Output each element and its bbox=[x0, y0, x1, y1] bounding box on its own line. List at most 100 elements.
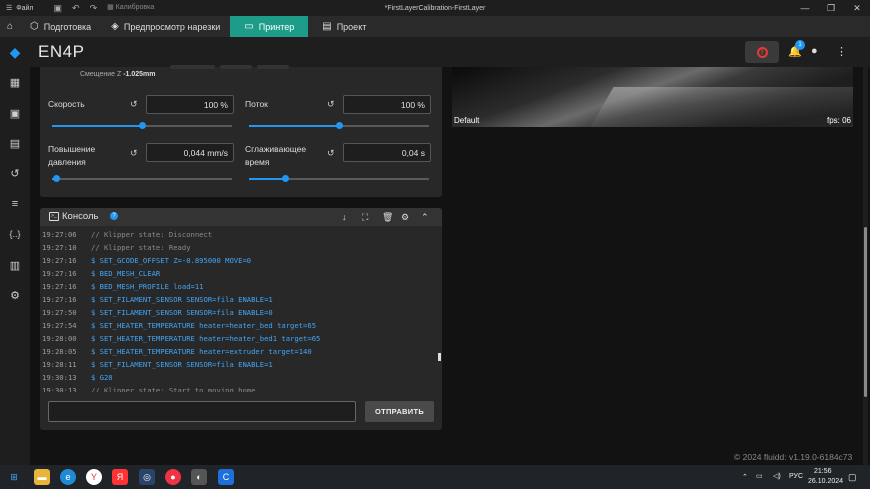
log-timestamp: 19:28:00 bbox=[42, 334, 77, 343]
log-message: $ SET_FILAMENT_SENSOR SENSOR=fila ENABLE… bbox=[91, 308, 273, 317]
send-button[interactable]: ОТПРАВИТЬ bbox=[365, 401, 434, 422]
camera-view[interactable]: Default fps: 06 bbox=[452, 67, 853, 127]
log-timestamp: 19:27:06 bbox=[42, 230, 77, 239]
speed-input[interactable]: 100 % bbox=[146, 95, 234, 114]
chrome-icon[interactable]: ● bbox=[165, 469, 181, 485]
console-log[interactable]: 19:27:06// Klipper state: Disconnect 19:2… bbox=[40, 228, 442, 392]
app-c-icon[interactable]: C bbox=[218, 469, 234, 485]
log-message: $ SET_HEATER_TEMPERATURE heater=heater_b… bbox=[91, 334, 321, 343]
console-command-input[interactable] bbox=[48, 401, 356, 422]
explorer-icon[interactable]: ▬ bbox=[34, 469, 50, 485]
console-icon[interactable]: ▣ bbox=[0, 103, 30, 123]
pressure-advance-slider[interactable] bbox=[52, 175, 232, 182]
logo-icon: ◆ bbox=[9, 43, 21, 60]
settings-icon[interactable]: ⚙ bbox=[0, 285, 30, 305]
edge-icon[interactable]: e bbox=[60, 469, 76, 485]
file-menu-label: Файл bbox=[16, 4, 34, 12]
flow-input[interactable]: 100 % bbox=[343, 95, 431, 114]
calibration-menu[interactable]: ▦ Калибровка bbox=[107, 3, 154, 14]
tab-printer[interactable]: ▭ Принтер bbox=[230, 16, 309, 37]
log-message: $ SET_HEATER_TEMPERATURE heater=extruder… bbox=[91, 347, 312, 356]
console-log-row: 19:30:13 $ G28 bbox=[40, 371, 442, 384]
speed-reset-icon[interactable]: ↺ bbox=[130, 99, 138, 110]
redo-icon[interactable]: ↷ bbox=[90, 3, 98, 14]
flow-reset-icon[interactable]: ↺ bbox=[327, 99, 335, 110]
tab-label: Принтер bbox=[258, 21, 295, 32]
page-scrollbar-thumb[interactable] bbox=[864, 227, 867, 397]
notifications-icon[interactable]: ▢ bbox=[848, 472, 857, 483]
flow-slider-handle[interactable] bbox=[336, 122, 343, 129]
volume-icon[interactable]: ◁) bbox=[773, 472, 781, 480]
terminal-icon: >_ bbox=[49, 212, 59, 221]
network-icon[interactable]: ▭ bbox=[756, 472, 763, 480]
console-log-row: 19:28:11 $ SET_FILAMENT_SENSOR SENSOR=fil… bbox=[40, 358, 442, 371]
log-timestamp: 19:30:13 bbox=[42, 373, 77, 382]
collapse-icon[interactable]: ⌃ bbox=[421, 212, 429, 223]
maximize-icon[interactable]: ❐ bbox=[818, 0, 844, 16]
close-icon[interactable]: ✕ bbox=[844, 0, 870, 16]
speed-slider-handle[interactable] bbox=[139, 122, 146, 129]
macros-icon[interactable]: {..} bbox=[0, 224, 30, 244]
home-button[interactable]: ⌂ bbox=[0, 16, 20, 37]
log-timestamp: 19:27:16 bbox=[42, 269, 77, 278]
undo-icon[interactable]: ↶ bbox=[72, 3, 80, 14]
app-icon[interactable]: ◎ bbox=[139, 469, 155, 485]
system-icon[interactable]: ▥ bbox=[0, 255, 30, 275]
sidebar: ◆ ▦ ▣ ▤ ↺ ≡ {..} ▥ ⚙ bbox=[0, 37, 30, 465]
tab-preview[interactable]: ◈ Предпросмотр нарезки bbox=[101, 16, 230, 37]
camera-fps: fps: 06 bbox=[826, 116, 851, 125]
window-controls: — ❐ ✕ bbox=[792, 0, 870, 16]
user-icon[interactable]: ● bbox=[811, 45, 818, 57]
tab-prepare[interactable]: ⬡ Подготовка bbox=[20, 16, 101, 37]
minimize-icon[interactable]: — bbox=[792, 0, 818, 16]
offset-button[interactable] bbox=[170, 65, 215, 69]
orca-slicer-icon[interactable]: ◐ bbox=[191, 469, 207, 485]
log-message: $ SET_FILAMENT_SENSOR SENSOR=fila ENABLE… bbox=[91, 360, 273, 369]
yandex-browser-icon[interactable]: Y bbox=[86, 469, 102, 485]
flow-slider[interactable] bbox=[249, 122, 429, 129]
history-icon[interactable]: ↺ bbox=[0, 163, 30, 183]
project-icon: ▤ bbox=[322, 21, 332, 32]
log-scrollbar-thumb[interactable] bbox=[438, 353, 441, 361]
speed-slider[interactable] bbox=[52, 122, 232, 129]
offset-button[interactable] bbox=[220, 65, 252, 69]
log-message: $ BED_MESH_CLEAR bbox=[91, 269, 161, 278]
smooth-time-slider-handle[interactable] bbox=[282, 175, 289, 182]
clock-time[interactable]: 21:56 bbox=[814, 468, 832, 475]
expand-icon[interactable]: ⛶ bbox=[362, 212, 368, 223]
tab-label: Подготовка bbox=[43, 21, 92, 32]
files-icon[interactable]: ▤ bbox=[0, 133, 30, 153]
dashboard-icon[interactable]: ▦ bbox=[0, 72, 30, 92]
tray-chevron-icon[interactable]: ⌃ bbox=[742, 473, 748, 481]
page-scrollbar[interactable] bbox=[863, 67, 868, 465]
smooth-time-reset-icon[interactable]: ↺ bbox=[327, 148, 335, 159]
windows-start-icon[interactable]: ⊞ bbox=[6, 469, 22, 485]
pressure-advance-input[interactable]: 0,044 mm/s bbox=[146, 143, 234, 162]
trash-icon[interactable]: 🗑 bbox=[382, 212, 393, 223]
more-menu-icon[interactable]: ⋮ bbox=[836, 45, 847, 58]
offset-button[interactable] bbox=[257, 65, 289, 69]
console-log-row: 19:27:16 $ SET_GCODE_OFFSET Z=-0.895000 M… bbox=[40, 254, 442, 267]
tune-icon[interactable]: ≡ bbox=[0, 194, 30, 214]
help-icon[interactable]: ? bbox=[110, 212, 118, 220]
smooth-time-slider[interactable] bbox=[249, 175, 429, 182]
console-settings-icon[interactable]: ⚙ bbox=[401, 212, 409, 223]
tab-project[interactable]: ▤ Проект bbox=[308, 16, 380, 37]
console-log-row: 19:28:00 $ SET_HEATER_TEMPERATURE heater=… bbox=[40, 332, 442, 345]
save-icon[interactable]: ▣ bbox=[54, 3, 63, 14]
pressure-advance-slider-handle[interactable] bbox=[52, 175, 60, 182]
pressure-advance-reset-icon[interactable]: ↺ bbox=[130, 148, 138, 159]
emergency-stop-button[interactable]: ! bbox=[745, 41, 779, 63]
smooth-time-input[interactable]: 0,04 s bbox=[343, 143, 431, 162]
log-message: $ SET_FILAMENT_SENSOR SENSOR=fila ENABLE… bbox=[91, 295, 273, 304]
log-timestamp: 19:27:50 bbox=[42, 308, 77, 317]
console-log-row: 19:27:50 $ SET_FILAMENT_SENSOR SENSOR=fil… bbox=[40, 306, 442, 319]
title-bar: ☰ Файл ▣ ↶ ↷ ▦ Калибровка *FirstLayerCal… bbox=[0, 0, 870, 16]
file-menu[interactable]: ☰ Файл bbox=[6, 4, 34, 13]
brand-logo: EN4P bbox=[38, 42, 85, 61]
log-timestamp: 19:28:11 bbox=[42, 360, 77, 369]
scroll-down-icon[interactable]: ↓ bbox=[342, 212, 347, 222]
yandex-icon[interactable]: Я bbox=[112, 469, 128, 485]
language-indicator[interactable]: РУС bbox=[789, 473, 803, 480]
clock-date[interactable]: 26.10.2024 bbox=[808, 478, 843, 485]
